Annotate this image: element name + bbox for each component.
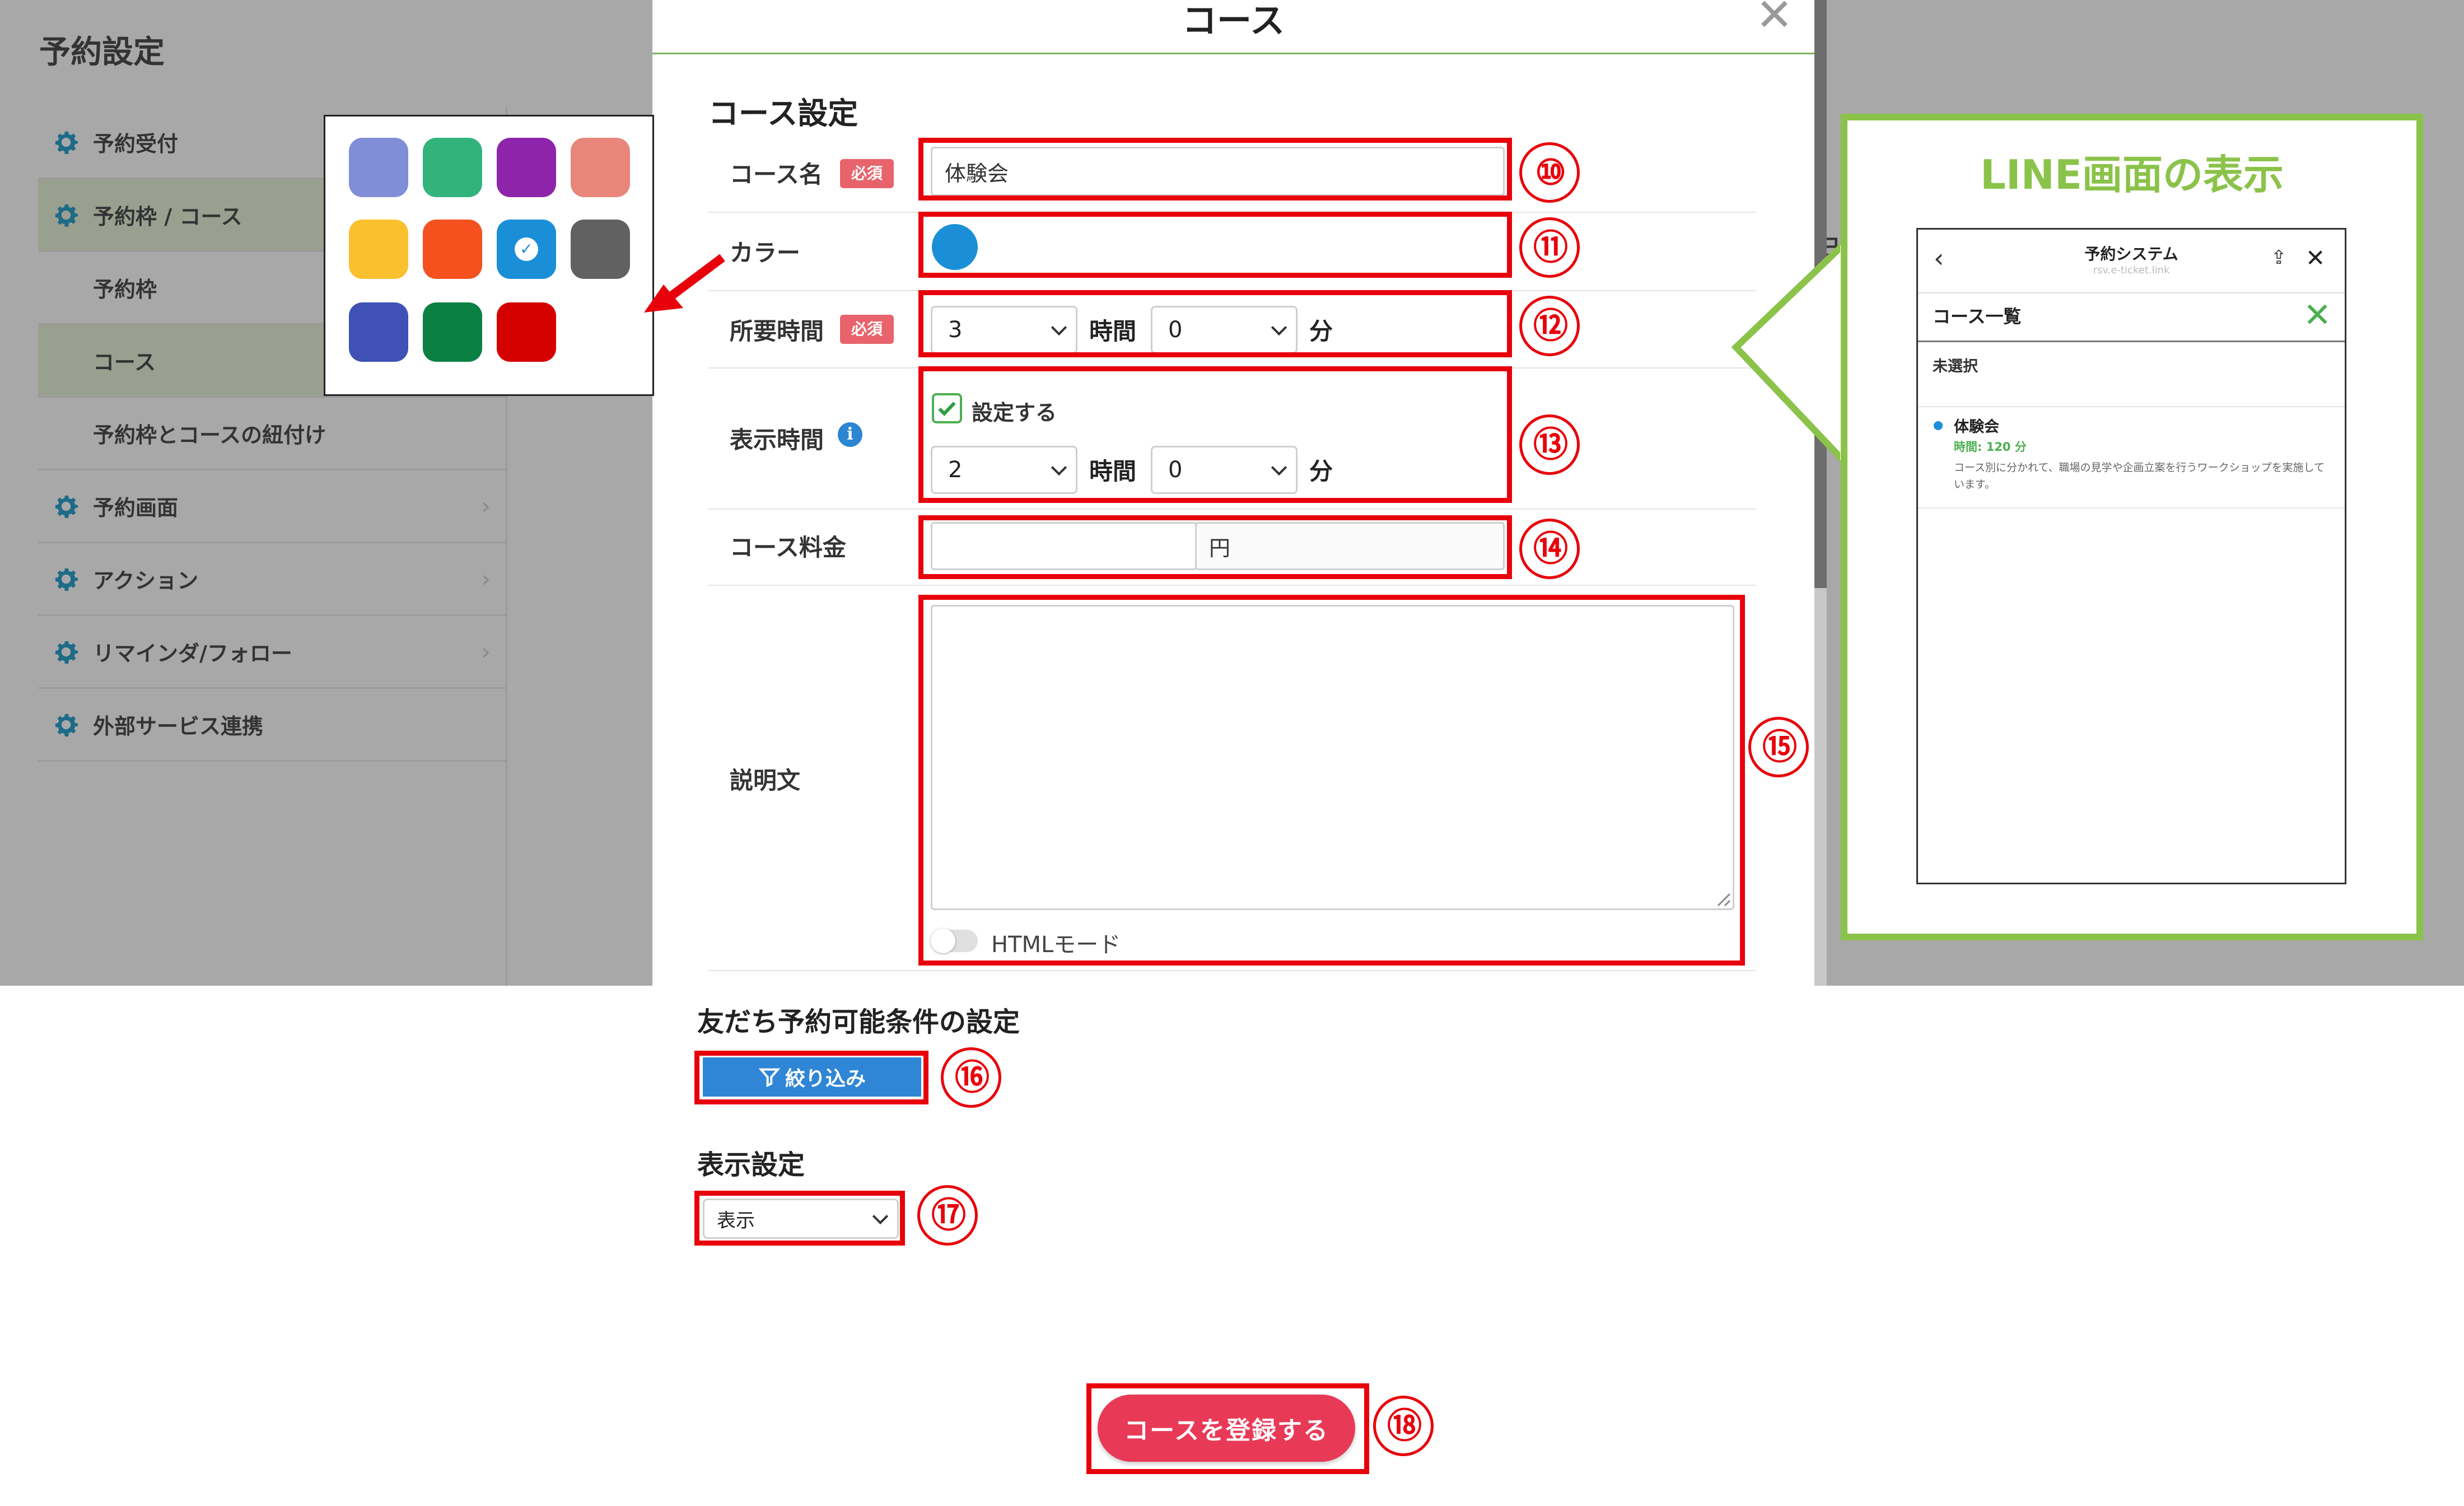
color-swatch[interactable] [349,302,408,362]
gear-icon [55,495,78,518]
sidebar-item-reminder-follow[interactable]: リマインダ/フォロー › [38,616,507,689]
color-swatch[interactable] [349,138,408,197]
course-item-time: 時間: 120 分 [1954,440,2027,454]
chevron-right-icon: › [481,492,491,520]
callout-pointer [1731,241,1854,474]
line-preview-panel: LINE画面の表示 ‹ 予約システム rsv.e-ticket.link ⇪ ✕… [1841,114,2423,940]
section-title-course-settings: コース設定 [708,96,858,131]
display-time-label: 表示時間 [730,426,824,454]
page-title: 予約設定 [39,34,165,71]
annotation-box-11 [918,212,1512,278]
annotation-number-17: ⑰ [917,1185,978,1246]
modal-title: コース [1182,0,1285,41]
color-swatch[interactable] [423,302,482,362]
annotation-box-18 [1086,1383,1369,1474]
sidebar-item-label: 予約枠 [93,277,157,302]
annotation-box-12 [918,290,1512,357]
annotation-box-15 [918,595,1745,966]
row-divider [708,585,1756,586]
share-icon[interactable]: ⇪ [2271,246,2287,269]
annotation-box-14 [918,515,1512,579]
course-fee-label: コース料金 [730,534,846,561]
divider [1918,406,2345,407]
annotation-box-16 [694,1051,928,1104]
annotation-box-13 [918,366,1512,503]
chevron-right-icon: › [481,565,491,593]
color-swatch[interactable] [349,220,408,279]
color-swatch[interactable] [571,138,630,197]
required-badge: 必須 [840,315,894,344]
color-swatch[interactable] [423,138,482,197]
row-divider [708,970,1756,971]
divider [1918,341,2345,342]
annotation-number-15: ⑮ [1748,717,1809,777]
course-color-dot [1934,421,1943,430]
annotation-number-18: ⑱ [1373,1396,1434,1456]
divider [1918,292,2345,293]
annotation-box-10 [918,138,1512,201]
annotation-box-17 [694,1191,905,1246]
phone-screen: ‹ 予約システム rsv.e-ticket.link ⇪ ✕ コース一覧 ✕ 未… [1916,228,2346,884]
required-badge: 必須 [840,159,894,188]
color-swatch[interactable] [497,138,556,197]
chevron-right-icon: › [481,638,491,665]
course-name-label: コース名 [730,161,823,188]
check-icon: ✓ [515,237,538,261]
duration-label: 所要時間 [730,318,824,345]
gear-icon [55,568,78,591]
sidebar-item-label: リマインダ/フォロー [93,641,292,666]
color-label: カラー [730,239,801,267]
annotation-number-16: ⑯ [941,1047,1001,1108]
course-item-name[interactable]: 体験会 [1954,414,1999,436]
sidebar-item-label: 予約受付 [93,132,179,156]
color-swatch[interactable] [497,302,556,362]
gear-icon [55,131,78,154]
sidebar-item-actions[interactable]: アクション › [38,543,507,616]
sidebar-item-label: 外部サービス連携 [93,714,264,739]
display-settings-title: 表示設定 [697,1149,805,1181]
description-label: 説明文 [730,767,801,794]
unselected-option[interactable]: 未選択 [1933,354,1978,376]
gear-icon [55,641,78,664]
row-divider [708,509,1756,510]
close-icon[interactable]: ✕ [1756,0,1793,41]
sidebar-item-label: 予約枠 / コース [93,204,242,229]
line-preview-title: LINE画面の表示 [1980,151,2284,198]
annotation-number-12: ⑫ [1519,296,1580,356]
color-swatch-selected[interactable]: ✓ [497,220,556,279]
divider [1918,507,2345,509]
color-palette-popup: ✓ [324,115,654,396]
sidebar-item-label: コース [93,350,156,375]
annotation-number-11: ⑪ [1519,217,1580,278]
sidebar-item-slot-course-link[interactable]: 予約枠とコースの紐付け [38,398,507,470]
gear-icon [55,714,78,736]
annotation-number-10: ⑩ [1519,142,1580,203]
close-icon[interactable]: ✕ [2303,296,2331,335]
annotation-number-14: ⑭ [1519,519,1580,579]
sidebar-item-label: 予約枠とコースの紐付け [93,423,326,447]
sidebar-item-label: アクション [93,568,199,593]
course-item-description: コース別に分かれて、職場の見学や企画立案を行うワークショップを実施しています。 [1954,461,2325,491]
sidebar-item-reservation-screen[interactable]: 予約画面 › [38,470,507,543]
sidebar-item-label: 予約画面 [93,496,179,520]
info-icon[interactable]: i [838,422,862,447]
close-icon[interactable]: ✕ [2306,244,2325,272]
color-swatch[interactable] [423,220,482,279]
red-arrow-icon [644,254,725,313]
friends-condition-title: 友だち予約可能条件の設定 [697,1006,1020,1038]
modal-header-divider [652,53,1814,54]
sidebar-item-external-services[interactable]: 外部サービス連携 [38,689,507,762]
color-swatch[interactable] [571,220,630,279]
course-list-title: コース一覧 [1933,306,2022,327]
annotation-number-13: ⑬ [1519,414,1580,475]
gear-icon [55,204,78,227]
